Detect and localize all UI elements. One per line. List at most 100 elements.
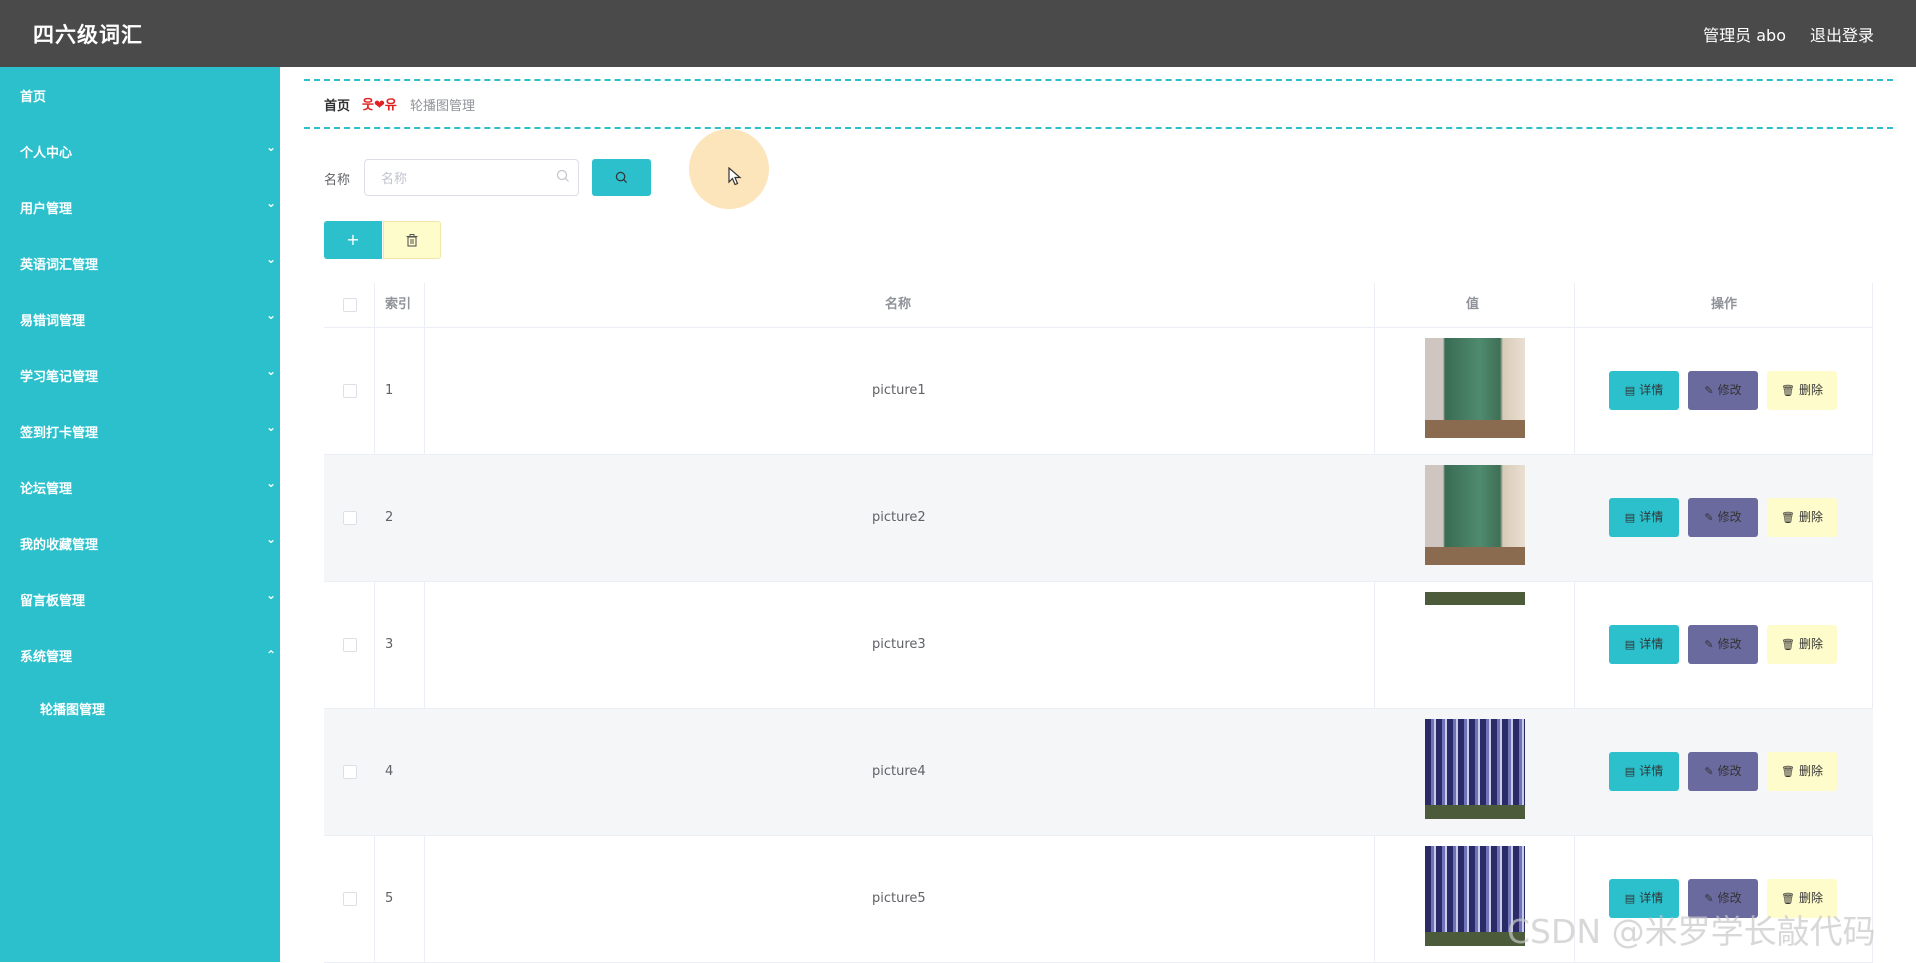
row-checkbox[interactable] [343,511,357,525]
sidebar-item-label: 英语词汇管理 [20,258,99,273]
select-all-checkbox[interactable] [343,298,357,312]
sidebar-item-study-notes[interactable]: 学习笔记管理 ⌄ [0,347,280,403]
table-row: 4 picture4 ▤ 详情 ✎ 修改 🗑 删除 [324,709,1873,836]
document-icon: ▤ [1624,638,1636,651]
edit-button[interactable]: ✎ 修改 [1688,498,1758,537]
row-image[interactable] [1425,465,1525,565]
sidebar-item-vocabulary[interactable]: 英语词汇管理 ⌄ [0,235,280,291]
chevron-up-icon: ⌃ [265,648,276,662]
row-index: 3 [385,637,394,652]
sidebar-item-label: 个人中心 [20,146,73,161]
data-table: 索引 名称 值 操作 1 picture1 ▤ 详情 ✎ 修改 🗑 删除 2 pict… [324,283,1873,963]
delete-button[interactable]: 🗑 删除 [1767,625,1837,664]
detail-button[interactable]: ▤ 详情 [1609,498,1679,537]
row-index: 5 [385,891,394,906]
table-header: 索引 名称 值 操作 [324,283,1873,328]
sidebar-item-check-in[interactable]: 签到打卡管理 ⌄ [0,403,280,459]
search-button[interactable] [592,159,651,196]
sidebar-item-home[interactable]: 首页 [0,67,280,123]
row-checkbox[interactable] [343,765,357,779]
search-icon [615,171,628,184]
detail-button[interactable]: ▤ 详情 [1609,625,1679,664]
detail-label: 详情 [1639,637,1664,651]
chevron-down-icon: ⌄ [265,420,276,434]
delete-button[interactable]: 🗑 删除 [1767,371,1837,410]
plus-icon: + [346,230,360,249]
delete-label: 删除 [1798,383,1823,397]
edit-icon: ✎ [1704,511,1714,524]
document-icon: ▤ [1624,511,1636,524]
sidebar-item-label: 学习笔记管理 [20,370,99,385]
column-header-index: 索引 [385,297,412,312]
chevron-down-icon: ⌄ [265,140,276,154]
row-name: picture5 [872,891,926,906]
row-checkbox[interactable] [343,892,357,906]
search-field[interactable] [364,159,579,196]
edit-label: 修改 [1717,764,1742,778]
chevron-down-icon: ⌄ [265,476,276,490]
top-bar: 四六级词汇 管理员 abo 退出登录 [0,0,1916,67]
search-input[interactable] [379,168,553,190]
edit-button[interactable]: ✎ 修改 [1688,752,1758,791]
delete-button[interactable]: 🗑 删除 [1767,752,1837,791]
add-button[interactable]: + [324,221,382,259]
row-image[interactable] [1425,719,1525,819]
detail-label: 详情 [1639,764,1664,778]
column-header-actions: 操作 [1711,297,1738,312]
sidebar-subitem-carousel[interactable]: 轮播图管理 [40,699,105,718]
detail-label: 详情 [1639,891,1664,905]
trash-icon: 🗑 [1781,765,1795,778]
breadcrumb: 首页 웃❤유 轮播图管理 [304,79,1893,129]
chevron-down-icon: ⌄ [265,252,276,266]
logout-link[interactable]: 退出登录 [1810,22,1874,46]
edit-button[interactable]: ✎ 修改 [1688,371,1758,410]
sidebar-item-favorites[interactable]: 我的收藏管理 ⌄ [0,515,280,571]
delete-label: 删除 [1798,891,1823,905]
table-row: 1 picture1 ▤ 详情 ✎ 修改 🗑 删除 [324,328,1873,455]
column-header-name: 名称 [885,297,912,312]
row-checkbox[interactable] [343,638,357,652]
row-name: picture4 [872,764,926,779]
sidebar-item-forum[interactable]: 论坛管理 ⌄ [0,459,280,515]
table-row: 3 picture3 ▤ 详情 ✎ 修改 🗑 删除 [324,582,1873,709]
trash-icon: 🗑 [1781,384,1795,397]
breadcrumb-home[interactable]: 首页 [324,95,350,114]
mouse-cursor-icon [728,167,742,186]
sidebar-item-label: 系统管理 [20,650,73,665]
sidebar-item-label: 签到打卡管理 [20,426,99,441]
sidebar-item-label: 首页 [20,90,47,105]
delete-label: 删除 [1798,510,1823,524]
admin-user-label[interactable]: 管理员 abo [1703,22,1786,46]
row-checkbox[interactable] [343,384,357,398]
row-name: picture3 [872,637,926,652]
table-row: 2 picture2 ▤ 详情 ✎ 修改 🗑 删除 [324,455,1873,582]
document-icon: ▤ [1624,384,1636,397]
search-label: 名称 [324,173,351,188]
sidebar: 首页 个人中心 ⌄ 用户管理 ⌄ 英语词汇管理 ⌄ 易错词管理 ⌄ 学习笔记管理… [0,67,280,962]
sidebar-item-personal-center[interactable]: 个人中心 ⌄ [0,123,280,179]
delete-button[interactable]: 🗑 删除 [1767,498,1837,537]
row-index: 2 [385,510,394,525]
sidebar-item-user-management[interactable]: 用户管理 ⌄ [0,179,280,235]
chevron-down-icon: ⌄ [265,364,276,378]
row-index: 4 [385,764,394,779]
trash-icon [406,234,418,247]
sidebar-item-label: 论坛管理 [20,482,73,497]
sidebar-item-label: 易错词管理 [20,314,86,329]
edit-label: 修改 [1717,637,1742,651]
delete-label: 删除 [1798,637,1823,651]
sidebar-item-system[interactable]: 系统管理 ⌃ [0,627,280,683]
row-image[interactable] [1425,592,1525,605]
detail-button[interactable]: ▤ 详情 [1609,371,1679,410]
batch-delete-button[interactable] [383,221,441,259]
detail-label: 详情 [1639,510,1664,524]
document-icon: ▤ [1624,765,1636,778]
edit-icon: ✎ [1704,765,1714,778]
detail-button[interactable]: ▤ 详情 [1609,752,1679,791]
sidebar-item-error-words[interactable]: 易错词管理 ⌄ [0,291,280,347]
row-image[interactable] [1425,338,1525,438]
edit-button[interactable]: ✎ 修改 [1688,625,1758,664]
sidebar-item-message-board[interactable]: 留言板管理 ⌄ [0,571,280,627]
breadcrumb-current: 轮播图管理 [410,99,476,114]
row-index: 1 [385,383,394,398]
